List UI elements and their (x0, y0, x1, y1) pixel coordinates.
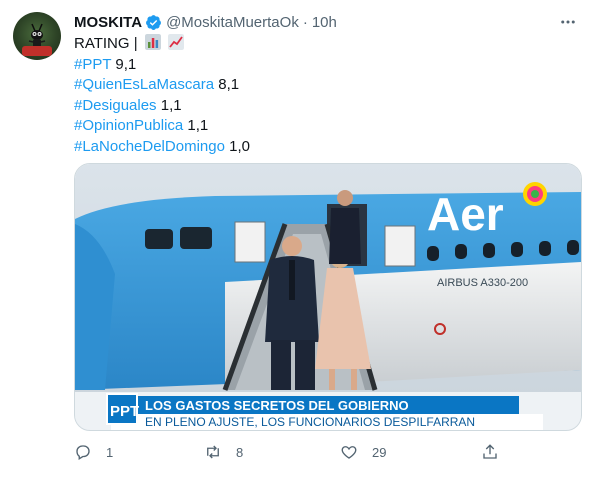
reply-icon (76, 445, 90, 460)
intro-text: RATING | (74, 35, 138, 52)
banner-logo: PPT (110, 403, 139, 420)
rating-line: #QuienEsLaMascara 8,1 (74, 75, 584, 96)
rating-line: #Desiguales 1,1 (74, 96, 584, 117)
tweet-text: RATING | #PPT 9,1 #QuienEsLaMascara 8,1 … (74, 34, 584, 157)
rating-value: 1,0 (229, 137, 250, 155)
author-name[interactable]: MOSKITA (74, 14, 142, 31)
more-dots-icon (561, 20, 575, 24)
heart-icon (341, 446, 357, 459)
tweet-intro-line: RATING | (74, 34, 584, 55)
tweet-actions: 1 8 29 (74, 442, 504, 462)
avatar[interactable] (13, 12, 61, 60)
rating-value: 1,1 (187, 117, 209, 134)
channel-logo (523, 182, 547, 206)
chart-increasing-emoji-icon (167, 34, 184, 50)
tv-screenshot-picture: Aer AIRBUS A330-200 PPT LOS GASTOS SECRE… (75, 164, 581, 430)
plane-model-label: AIRBUS A330-200 (437, 277, 528, 289)
hashtag-link[interactable]: #PPT (74, 56, 111, 73)
banner-subline: EN PLENO AJUSTE, LOS FUNCIONARIOS DESPIL… (145, 415, 475, 429)
hashtag-link[interactable]: #QuienEsLaMascara (74, 76, 214, 93)
more-options-button[interactable] (556, 10, 580, 34)
share-button[interactable] (481, 442, 499, 462)
avatar-hat (22, 46, 52, 56)
author-handle[interactable]: @MoskitaMuertaOk (166, 14, 299, 31)
rating-line: #PPT 9,1 (74, 55, 584, 76)
like-count: 29 (372, 444, 387, 460)
rating-line: #OpinionPublica 1,1 (74, 116, 584, 137)
hashtag-link[interactable]: #LaNocheDelDomingo (74, 138, 225, 155)
tweet-media-image[interactable]: Aer AIRBUS A330-200 PPT LOS GASTOS SECRE… (74, 163, 582, 431)
retweet-button[interactable]: 8 (204, 442, 243, 462)
rating-value: 8,1 (218, 76, 240, 93)
plane-lettering: Aer (427, 188, 504, 240)
separator-dot: · (302, 13, 308, 31)
hashtag-link[interactable]: #OpinionPublica (74, 117, 183, 134)
retweet-count: 8 (236, 444, 244, 460)
rating-line: #LaNocheDelDomingo 1,0 (74, 137, 584, 158)
reply-count: 1 (106, 444, 114, 460)
bar-chart-emoji-icon (144, 34, 161, 50)
share-icon (483, 444, 497, 459)
tweet-timestamp[interactable]: 10h (312, 14, 337, 31)
retweet-icon (207, 445, 219, 459)
rating-value: 1,1 (160, 96, 182, 114)
like-button[interactable]: 29 (340, 442, 386, 462)
reply-button[interactable]: 1 (74, 442, 113, 462)
tweet-header: MOSKITA @MoskitaMuertaOk · 10h (74, 12, 337, 32)
hashtag-link[interactable]: #Desiguales (74, 97, 157, 114)
tweet[interactable]: MOSKITA @MoskitaMuertaOk · 10h RATING | (0, 0, 602, 477)
rating-value: 9,1 (115, 55, 137, 73)
verified-badge-icon (146, 14, 161, 30)
banner-headline: LOS GASTOS SECRETOS DEL GOBIERNO (145, 398, 409, 413)
